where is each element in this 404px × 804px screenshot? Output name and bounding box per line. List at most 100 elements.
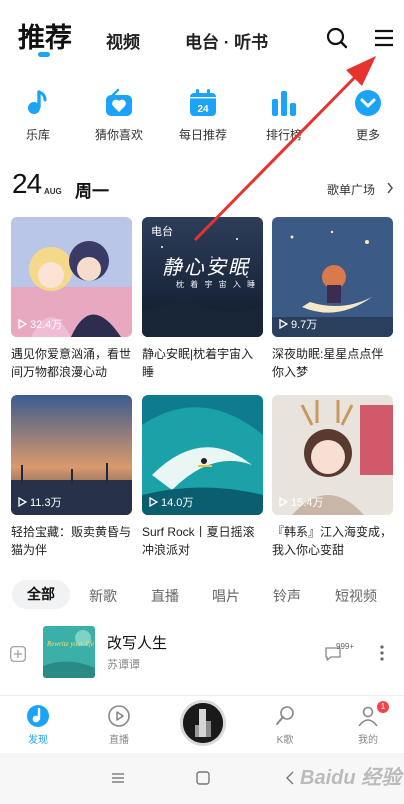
playlist-card[interactable]: 电台 静心安眠 枕 着 宇 宙 入 睡 静心安眠|枕着宇宙入睡 [142,217,263,381]
tab-radio-audiobook[interactable]: 电台 · 听书 [185,28,268,53]
play-count-value: 11.3万 [30,497,62,509]
card-title[interactable]: 深夜助眠:星星点点伴你入梦 [272,345,393,381]
notification-badge: 1 [377,701,389,713]
card-title[interactable]: 遇见你爱意汹涌，看世间万物都浪漫心动 [11,345,132,381]
quick-nav-daily[interactable]: 24 每日推荐 [168,88,238,143]
quick-nav-guess-you-like[interactable]: 猜你喜欢 [84,88,154,143]
category-tab-all[interactable]: 全部 [12,580,70,609]
date-month: AUG [44,187,62,196]
bottom-nav-label: 发现 [28,735,48,746]
more-options-icon[interactable] [380,644,384,662]
category-tab-short-video[interactable]: 短视频 [335,586,377,606]
chevron-down-icon [355,90,381,116]
play-icon [279,497,288,507]
quick-nav-label: 猜你喜欢 [94,128,143,142]
card-title[interactable]: 轻拾宝藏：贩卖黄昏与猫为伴 [11,523,132,559]
play-count: 9.7万 [278,316,317,332]
recent-apps-icon[interactable] [110,770,126,786]
top-tab-bar: 推荐 视频 电台 · 听书 [0,0,404,70]
quick-nav-label: 排行榜 [265,128,302,142]
card-title[interactable]: 静心安眠|枕着宇宙入睡 [142,345,263,381]
quick-nav-more[interactable]: 更多 [333,88,403,143]
quick-nav-label: 更多 [355,128,380,142]
menu-icon[interactable] [372,26,396,50]
tab-video[interactable]: 视频 [106,28,140,53]
search-icon[interactable] [325,26,349,50]
playlist-card[interactable]: 15.4万 『韩系』江入海变成，我入你心变甜 [272,395,393,559]
calendar-icon: 24 [190,89,216,116]
comment-count: 999+ [336,642,355,651]
watermark: Baidu 经验 [300,767,402,789]
bottom-nav: 发现 直播 K歌 我的 1 [0,695,404,753]
play-count: 32.4万 [17,316,62,332]
playlist-card[interactable]: 14.0万 Surf Rock丨夏日摇滚冲浪派对 [142,395,263,559]
card-title[interactable]: Surf Rock丨夏日摇滚冲浪派对 [142,523,263,559]
bottom-nav-label: 我的 [358,735,378,746]
song-cover-image: Rewrite your life [43,626,95,678]
category-tabs: 全部 新歌 直播 唱片 铃声 短视频 [0,580,404,610]
cover-subtitle-text: 枕 着 宇 宙 入 睡 [176,280,258,289]
music-note-icon [28,90,47,114]
quick-nav: 乐库 猜你喜欢 24 每日推荐 排行榜 更多 [0,88,404,150]
chart-bars-icon [272,91,296,116]
tab-recommend[interactable]: 推荐 [18,16,72,55]
card-cover[interactable]: 9.7万 [272,217,393,337]
now-playing-disc[interactable] [180,700,226,746]
add-icon[interactable] [10,646,26,662]
card-title[interactable]: 『韩系』江入海变成，我入你心变甜 [272,523,393,559]
play-icon [279,319,288,329]
back-icon[interactable] [282,770,298,786]
play-count-value: 15.4万 [291,497,324,509]
radio-tag: 电台 [151,226,173,238]
album-disc-image [183,703,223,743]
song-cover-text: Rewrite your life [46,640,94,648]
song-cover[interactable]: Rewrite your life [43,626,95,678]
card-cover[interactable]: 11.3万 [11,395,132,515]
playlist-plaza-link[interactable]: 歌单广场 [327,181,375,198]
category-tab-ringtone[interactable]: 铃声 [273,586,301,606]
play-icon [18,319,27,329]
discover-icon [27,705,49,727]
bottom-nav-mine[interactable]: 我的 [338,704,398,746]
bottom-nav-live[interactable]: 直播 [89,704,149,746]
bottom-nav-label: 直播 [109,735,129,746]
play-count-value: 32.4万 [30,319,63,331]
card-cover[interactable]: 15.4万 [272,395,393,515]
playlist-card[interactable]: 9.7万 深夜助眠:星星点点伴你入梦 [272,217,393,381]
active-tab-indicator [38,52,50,57]
song-row[interactable]: Rewrite your life 改写人生 苏谭谭 999+ [0,622,404,682]
quick-nav-label: 每日推荐 [178,128,227,142]
playlist-card[interactable]: 32.4万 遇见你爱意汹涌，看世间万物都浪漫心动 [11,217,132,381]
karaoke-mic-icon [276,706,294,725]
bottom-nav-karaoke[interactable]: K歌 [255,704,315,746]
card-cover[interactable]: 32.4万 [11,217,132,337]
quick-nav-label: 乐库 [25,128,50,142]
play-count: 15.4万 [278,494,323,510]
play-count-value: 14.0万 [161,497,194,509]
category-tab-live[interactable]: 直播 [151,586,179,606]
song-title[interactable]: 改写人生 [107,632,167,653]
home-button-icon[interactable] [195,770,211,786]
play-icon [18,497,27,507]
category-tab-album[interactable]: 唱片 [212,586,240,606]
cover-title-text: 静心安眠 [162,255,250,279]
live-play-icon [108,705,130,727]
play-count: 14.0万 [148,494,193,510]
date-day: 24 [12,168,42,199]
quick-nav-charts[interactable]: 排行榜 [249,88,319,143]
calendar-day-text: 24 [197,104,209,115]
quick-nav-library[interactable]: 乐库 [3,88,73,143]
card-cover[interactable]: 14.0万 [142,395,263,515]
chevron-right-icon[interactable] [386,182,394,194]
bottom-nav-discover[interactable]: 发现 [8,704,68,746]
play-icon [149,497,158,507]
bottom-nav-label: K歌 [276,735,294,746]
card-cover[interactable]: 电台 静心安眠 枕 着 宇 宙 入 睡 [142,217,263,337]
song-artist[interactable]: 苏谭谭 [107,656,140,672]
playlist-card[interactable]: 11.3万 轻拾宝藏：贩卖黄昏与猫为伴 [11,395,132,559]
date-weekday: 周一 [75,182,109,201]
play-count: 11.3万 [17,494,62,510]
category-tab-new[interactable]: 新歌 [89,586,117,606]
system-nav-bar: Baidu 经验 [0,753,404,804]
heart-radio-icon [106,88,132,116]
